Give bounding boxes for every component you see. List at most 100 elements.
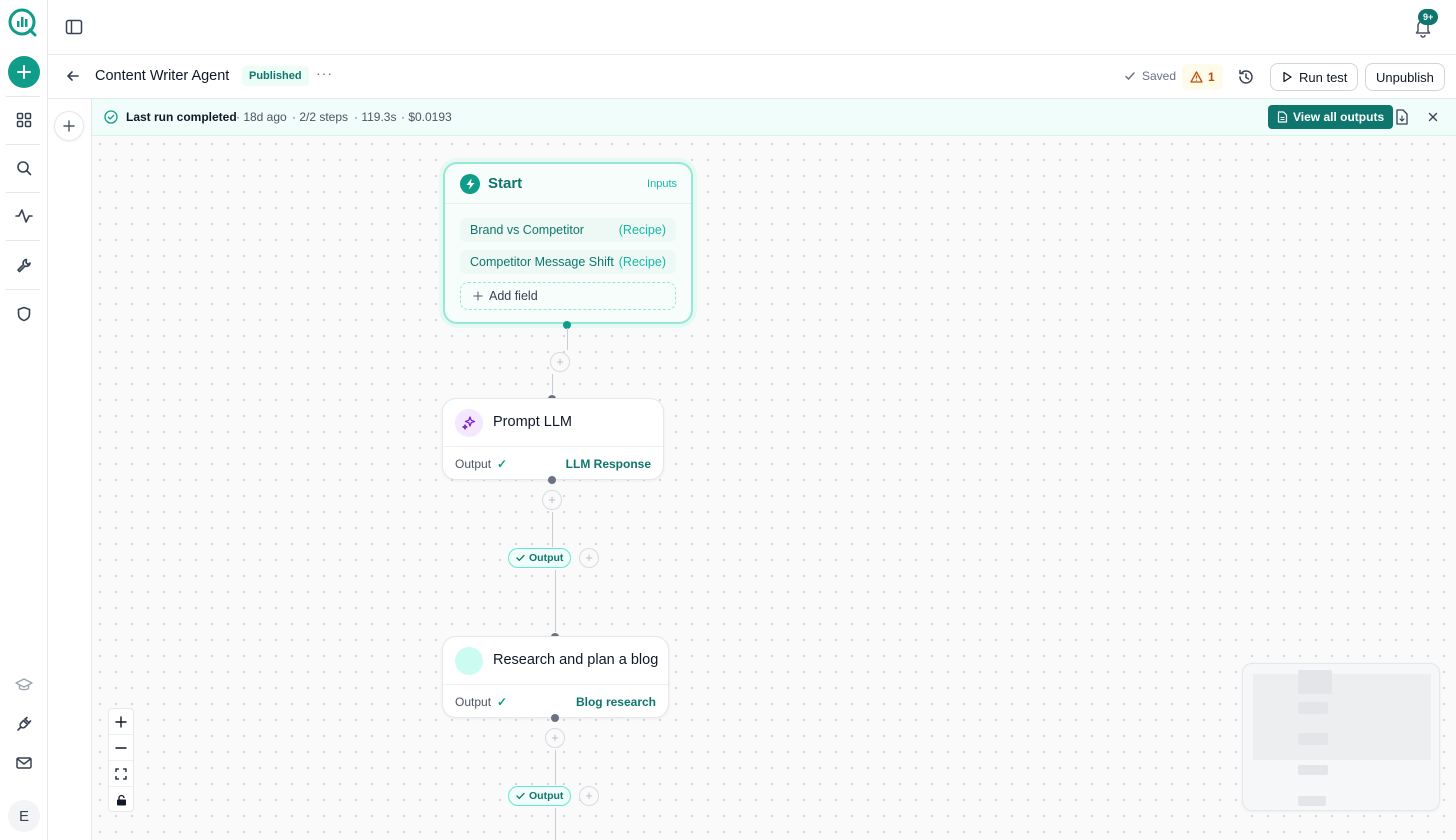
add-field-button[interactable]: Add field [460,282,676,310]
edge [555,750,556,785]
node-output-status: Output ✓ [455,457,507,471]
view-all-outputs-label: View all outputs [1293,110,1385,124]
output-pill[interactable]: Output [508,548,572,568]
divider [6,240,40,241]
agent-avatar-icon [455,647,483,675]
export-document-icon[interactable] [1395,109,1411,125]
node-title: Prompt LLM [493,414,572,430]
last-run-time: · 18d ago [236,110,287,124]
check-icon [516,792,525,800]
output-name-link[interactable]: Blog research [576,695,656,709]
node-output-status: Output ✓ [455,695,507,709]
warning-icon [1190,71,1203,83]
new-button[interactable] [8,56,40,88]
divider [6,192,40,193]
left-nav-rail: E [0,0,48,840]
minimap-viewport[interactable] [1253,674,1431,760]
edge [555,808,556,840]
insert-step-button[interactable]: + [542,490,562,510]
start-node[interactable]: Start Inputs Brand vs Competitor (Recipe… [443,162,693,324]
saved-label: Saved [1142,69,1177,83]
minimap-node [1298,733,1328,745]
output-name-link[interactable]: LLM Response [566,457,651,471]
edge [552,512,553,547]
add-output-button[interactable]: + [579,548,599,568]
input-field-type: (Recipe) [618,223,666,237]
minimap-node [1298,796,1326,806]
check-circle-icon [104,110,118,124]
prompt-llm-output-handle[interactable] [548,476,556,484]
mail-icon[interactable] [12,751,36,775]
lightning-icon [460,174,480,194]
avatar-letter: E [18,807,29,825]
view-all-outputs-button[interactable]: View all outputs [1268,105,1394,129]
back-arrow-icon[interactable] [64,67,82,85]
node-title: Research and plan a blog [493,652,659,668]
node-header: Research and plan a blog [443,637,668,685]
plus-icon [63,120,75,132]
search-icon[interactable] [12,156,36,180]
divider [6,144,40,145]
lock-button[interactable] [109,787,133,813]
minimap-node [1298,765,1328,775]
plug-icon[interactable] [12,712,36,736]
published-badge: Published [242,66,309,86]
minimap-node [1298,702,1328,714]
edge [555,570,556,632]
sparkles-icon [455,409,483,437]
dashboard-icon[interactable] [12,108,36,132]
divider [6,289,40,290]
add-output-button[interactable]: + [579,786,599,806]
insert-step-button[interactable]: + [550,352,570,372]
last-run-cost: · $0.0193 [401,110,452,124]
activity-icon[interactable] [12,204,36,228]
inputs-label[interactable]: Inputs [647,178,677,190]
workflow-title-bar: Content Writer Agent Published ··· Saved… [48,55,1456,99]
input-field-row[interactable]: Brand vs Competitor (Recipe) [460,218,676,242]
check-icon [1125,72,1135,81]
sidebar-toggle-icon[interactable] [64,17,84,37]
zoom-controls [108,708,134,812]
research-blog-node[interactable]: Research and plan a blog Output ✓ Blog re… [442,636,669,718]
saved-status: Saved [1124,69,1176,83]
graduation-cap-icon[interactable] [12,673,36,697]
warnings-button[interactable]: 1 [1182,64,1223,90]
input-field-name: Brand vs Competitor [470,223,584,237]
lock-icon [116,794,126,806]
unpublish-button[interactable]: Unpublish [1365,63,1445,91]
app-logo[interactable] [8,8,38,38]
input-field-row[interactable]: Competitor Message Shift (Recipe) [460,250,676,274]
wrench-icon[interactable] [12,253,36,277]
close-icon[interactable] [1425,109,1441,125]
add-field-label: Add field [489,289,538,303]
minimap[interactable] [1242,663,1440,811]
plus-icon [17,65,31,79]
add-step-button[interactable] [54,111,84,141]
version-history-icon[interactable] [1237,68,1255,86]
edge [567,328,568,350]
insert-step-button[interactable]: + [545,728,565,748]
prompt-llm-node[interactable]: Prompt LLM Output ✓ LLM Response [442,398,664,480]
shield-icon[interactable] [12,302,36,326]
fit-view-button[interactable] [109,761,133,787]
run-test-button[interactable]: Run test [1270,63,1359,91]
zoom-in-button[interactable] [109,709,133,735]
output-check-icon: ✓ [497,457,508,471]
user-avatar[interactable]: E [8,800,40,832]
more-options-button[interactable]: ··· [316,65,333,81]
run-test-label: Run test [1299,69,1348,85]
document-icon [1277,111,1288,123]
node-header: Prompt LLM [443,399,663,447]
edge [552,374,553,394]
output-pill-label: Output [529,790,564,802]
start-node-header: Start Inputs [445,164,691,204]
workflow-title[interactable]: Content Writer Agent [95,68,229,84]
zoom-out-button[interactable] [109,735,133,761]
research-output-handle[interactable] [551,714,559,722]
last-run-status-bar: Last run completed · 18d ago · 2/2 steps… [92,99,1456,136]
fullscreen-icon [115,767,127,780]
notifications-badge: 9+ [1418,9,1439,25]
start-node-title: Start [488,175,523,192]
input-field-name: Competitor Message Shift [470,255,614,269]
output-pill[interactable]: Output [508,786,572,806]
